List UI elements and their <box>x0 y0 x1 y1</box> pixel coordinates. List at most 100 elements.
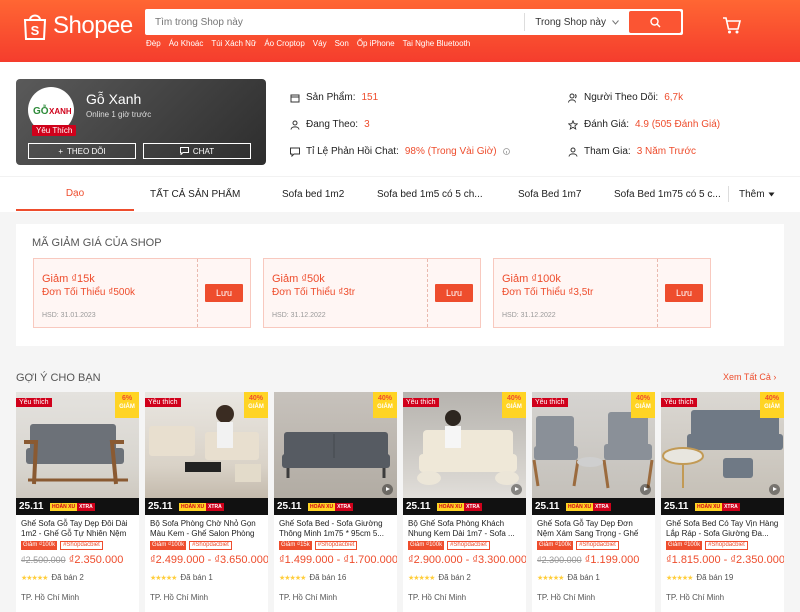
chat-icon <box>290 147 300 157</box>
product-image[interactable]: Yêu thích 40% GIẢM 25.11 HOÀN XU XTRA <box>661 392 784 515</box>
sale-price: ₫1.199.000 <box>584 554 640 566</box>
product-image[interactable]: Yêu thích 40% GIẢM 25.11 HOÀN XU XTRA <box>532 392 655 515</box>
discount-badge: 40% GIẢM <box>373 392 397 418</box>
product-name[interactable]: Ghế Sofa Gỗ Tay Dẹp Đôi Dài 1m2 - Ghế Gỗ… <box>16 515 139 539</box>
plus-icon: + <box>58 146 63 156</box>
star-icon <box>568 119 578 130</box>
promo-bar: 25.11 HOÀN XU XTRA <box>145 498 268 515</box>
tab-dao[interactable]: Dạo <box>16 177 134 211</box>
product-tags: Giảm ₫100k #Shopdacbiet <box>16 539 139 550</box>
sale-price: ₫2.499.000 - ₫3.650.000 <box>150 554 268 566</box>
search-scope-label: Trong Shop này <box>535 16 606 28</box>
voucher-section: MÃ GIẢM GIÁ CỦA SHOP Giảm ₫15k Đơn Tối T… <box>16 224 784 346</box>
svg-text:S: S <box>31 23 40 38</box>
xtra-badge: XTRA <box>464 502 482 511</box>
product-rating: ★★★★★ Đã bán 2 <box>16 566 139 582</box>
freeship-badge: HOÀN XU <box>179 502 207 511</box>
product-rating: ★★★★★ Đã bán 19 <box>661 566 784 582</box>
follow-button[interactable]: + THEO DÕI <box>28 143 136 159</box>
shop-tag: #Shopdacbiet <box>189 541 232 550</box>
promo-bar: 25.11 HOÀN XU XTRA <box>661 498 784 515</box>
discount-value: 6% <box>121 395 133 402</box>
sold-count: Đã bán 1 <box>180 573 213 582</box>
product-name[interactable]: Ghế Sofa Gỗ Tay Dẹp Đơn Nệm Xám Sang Trọ… <box>532 515 655 539</box>
star-rating-icon: ★★★★★ <box>21 574 48 582</box>
keyword-link[interactable]: Tai Nghe Bluetooth <box>403 39 471 48</box>
keyword-link[interactable]: Váy <box>313 39 327 48</box>
favorite-badge: Yêu thích <box>145 398 181 407</box>
top-header: S Shopee Trong Shop này Đèp Áo Khoác Túi… <box>0 0 800 62</box>
search-input[interactable] <box>147 11 525 33</box>
product-name[interactable]: Ghế Sofa Bed Có Tay Vịn Hàng Lắp Ráp - S… <box>661 515 784 539</box>
product-image[interactable]: Yêu thích 40% GIẢM 25.11 HOÀN XU XTRA <box>145 392 268 515</box>
chat-label: CHAT <box>192 146 215 156</box>
play-video-icon[interactable] <box>382 484 393 495</box>
product-name[interactable]: Bộ Sofa Phòng Chờ Nhỏ Gọn Màu Kem - Ghế … <box>145 515 268 539</box>
cart-icon[interactable] <box>722 16 742 40</box>
shop-card: GỖ XANH Yêu Thích Gỗ Xanh Online 1 giờ tr… <box>16 79 266 165</box>
product-card[interactable]: Yêu thích 40% GIẢM 25.11 HOÀN XU XTRA Bộ … <box>403 392 526 612</box>
promo-date: 25.11 <box>277 501 302 512</box>
product-tags: Giảm ₫100k #Shopdacbiet <box>532 539 655 550</box>
tab-more[interactable]: Thêm <box>728 186 775 202</box>
voucher-tag: Giảm ₫100k <box>537 541 574 550</box>
xtra-badge: XTRA <box>593 502 611 511</box>
freeship-badge: HOÀN XU <box>437 502 465 511</box>
keyword-link[interactable]: Son <box>335 39 349 48</box>
joined-icon <box>568 147 578 157</box>
search-button[interactable] <box>629 11 681 33</box>
tab-sofa-bed-1m5[interactable]: Sofa bed 1m5 có 5 ch... <box>377 177 483 211</box>
sold-count: Đã bán 19 <box>696 573 734 582</box>
product-image[interactable]: Yêu thích 40% GIẢM 25.11 HOÀN XU XTRA <box>403 392 526 515</box>
keyword-link[interactable]: Ốp iPhone <box>357 39 395 48</box>
search-scope-dropdown[interactable]: Trong Shop này <box>524 13 629 31</box>
product-card[interactable]: Yêu thích 40% GIẢM 25.11 HOÀN XU XTRA Bộ … <box>145 392 268 612</box>
product-name[interactable]: Bộ Ghế Sofa Phòng Khách Nhung Kem Dài 1m… <box>403 515 526 539</box>
search-bar: Trong Shop này <box>145 9 683 35</box>
play-video-icon[interactable] <box>769 484 780 495</box>
star-rating-icon: ★★★★★ <box>537 574 564 582</box>
keyword-link[interactable]: Áo Croptop <box>264 39 304 48</box>
stat-value: 3 Năm Trước <box>636 146 697 157</box>
shopee-logo[interactable]: S Shopee <box>22 11 133 41</box>
shop-info-panel: GỖ XANH Yêu Thích Gỗ Xanh Online 1 giờ tr… <box>0 62 800 212</box>
promo-bar: 25.11 HOÀN XU XTRA <box>16 498 139 515</box>
product-card[interactable]: Yêu thích 40% GIẢM 25.11 HOÀN XU XTRA Ghế… <box>661 392 784 612</box>
product-card[interactable]: Yêu thích 40% GIẢM 25.11 HOÀN XU XTRA Ghế… <box>532 392 655 612</box>
keyword-link[interactable]: Đèp <box>146 39 161 48</box>
chat-button[interactable]: CHAT <box>143 143 251 159</box>
tab-sofa-bed-1m75[interactable]: Sofa Bed 1m75 có 5 c... <box>614 177 721 211</box>
stat-label: Đánh Giá: <box>584 119 630 130</box>
save-voucher-button[interactable]: Lưu <box>435 284 473 302</box>
chat-icon <box>179 147 189 155</box>
product-image[interactable]: Yêu thích 6% GIẢM 25.11 HOÀN XU XTRA <box>16 392 139 515</box>
sold-count: Đã bán 16 <box>309 573 347 582</box>
product-name[interactable]: Ghế Sofa Bed - Sofa Giường Thông Minh 1m… <box>274 515 397 539</box>
trending-keywords: Đèp Áo Khoác Túi Xách Nữ Áo Croptop Váy … <box>146 39 470 48</box>
tab-sofa-bed-1m2[interactable]: Sofa bed 1m2 <box>282 177 344 211</box>
save-voucher-button[interactable]: Lưu <box>665 284 703 302</box>
tab-sofa-bed-1m7[interactable]: Sofa Bed 1m7 <box>518 177 581 211</box>
discount-badge: 6% GIẢM <box>115 392 139 418</box>
discount-label: GIẢM <box>506 404 522 410</box>
voucher-expiry: HSD: 31.12.2022 <box>272 312 326 319</box>
play-video-icon[interactable] <box>640 484 651 495</box>
voucher-expiry: HSD: 31.01.2023 <box>42 312 96 319</box>
save-voucher-button[interactable]: Lưu <box>205 284 243 302</box>
see-all-link[interactable]: Xem Tất Cả › <box>723 372 776 382</box>
info-icon[interactable] <box>502 148 510 155</box>
product-card[interactable]: 40% GIẢM 25.11 HOÀN XU XTRA Ghế Sofa Bed … <box>274 392 397 612</box>
product-image[interactable]: 40% GIẢM 25.11 HOÀN XU XTRA <box>274 392 397 515</box>
tab-all-products[interactable]: TẤT CẢ SẢN PHẨM <box>150 177 240 211</box>
product-card[interactable]: Yêu thích 6% GIẢM 25.11 HOÀN XU XTRA Ghế … <box>16 392 139 612</box>
discount-value: 40% <box>248 395 263 402</box>
product-rating: ★★★★★ Đã bán 1 <box>532 566 655 582</box>
voucher-min-order: Đơn Tối Thiểu ₫3,5tr <box>502 287 594 298</box>
promo-date: 25.11 <box>664 501 689 512</box>
shop-tag: #Shopdacbiet <box>705 541 748 550</box>
voucher-amount: Giảm ₫100k <box>502 273 561 285</box>
keyword-link[interactable]: Túi Xách Nữ <box>211 39 256 48</box>
see-all-label: Xem Tất Cả <box>723 372 771 382</box>
play-video-icon[interactable] <box>511 484 522 495</box>
keyword-link[interactable]: Áo Khoác <box>169 39 204 48</box>
